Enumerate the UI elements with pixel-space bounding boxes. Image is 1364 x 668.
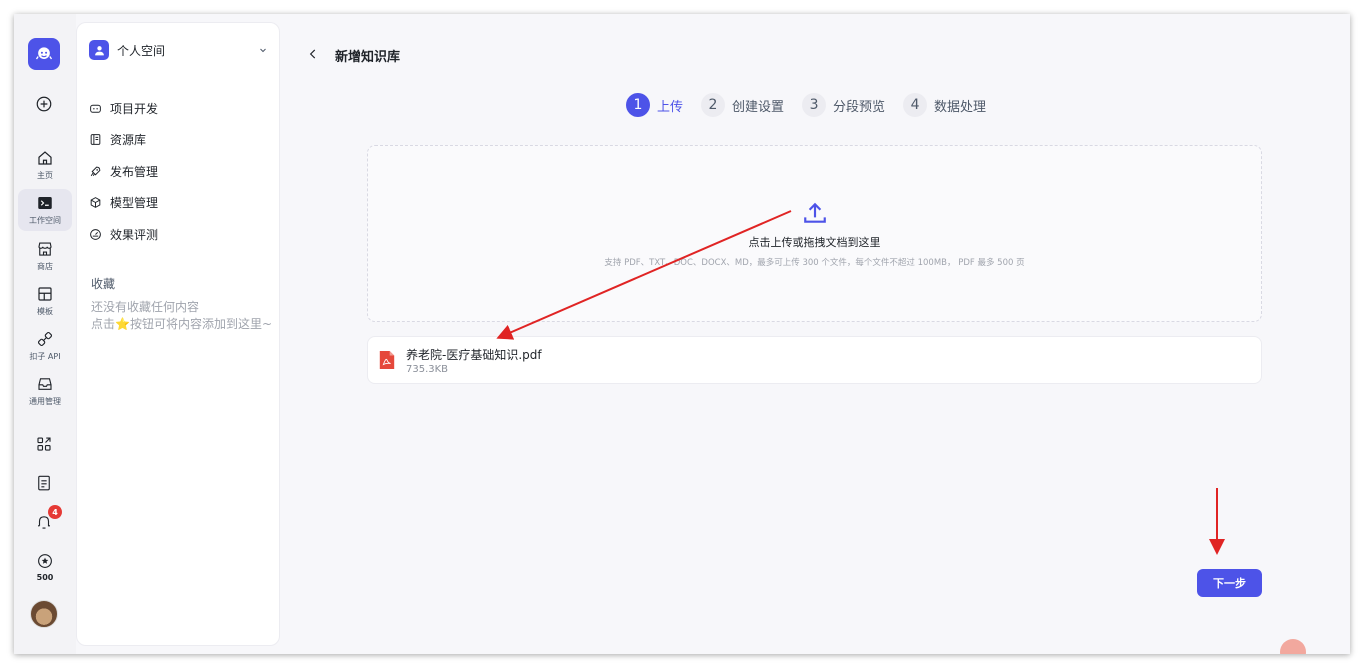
- file-size: 735.3KB: [406, 364, 449, 375]
- rail-label: 商店: [37, 262, 53, 271]
- favorites-title: 收藏: [91, 277, 116, 291]
- apps-icon[interactable]: [30, 430, 58, 458]
- space-selector[interactable]: 个人空间: [89, 37, 269, 63]
- favorites-empty-text: 还没有收藏任何内容 点击⭐按钮可将内容添加到这里~: [91, 299, 272, 333]
- pdf-file-icon: [379, 351, 395, 369]
- cube-icon: [90, 196, 101, 208]
- workspace-sidebar: 个人空间 项目开发 资源库 发布管理 模型管理 效果评测 收藏 还没有收藏任何内…: [76, 22, 280, 646]
- rail-label: 主页: [37, 171, 53, 180]
- step-number: 3: [802, 93, 827, 117]
- upload-icon: [804, 202, 826, 223]
- step-label: 数据处理: [934, 99, 987, 115]
- step-label: 创建设置: [732, 99, 785, 115]
- step-data-processing: 4 数据处理: [903, 93, 986, 117]
- step-indicator: 1 上传 2 创建设置 3 分段预览 4 数据处理: [626, 93, 1004, 117]
- points-button[interactable]: 500: [18, 549, 72, 585]
- nav-item-projects[interactable]: 项目开发: [89, 96, 269, 120]
- nav-label: 项目开发: [110, 101, 159, 116]
- favorites-empty-line: 还没有收藏任何内容: [91, 300, 200, 314]
- nav-label: 发布管理: [110, 164, 159, 179]
- rocket-icon: [90, 166, 101, 176]
- dropzone-title: 点击上传或拖拽文档到这里: [748, 236, 881, 249]
- step-number: 4: [903, 93, 928, 117]
- notification-bell[interactable]: 4: [30, 505, 62, 536]
- terminal-icon: [38, 197, 52, 209]
- favorites-empty-line: 点击⭐按钮可将内容添加到这里~: [91, 317, 272, 331]
- star-coin-icon: [38, 554, 52, 568]
- rail-item-store[interactable]: 商店: [18, 235, 72, 277]
- notification-badge: 4: [48, 505, 62, 519]
- inbox-icon: [38, 378, 52, 390]
- app-logo-icon[interactable]: [28, 38, 60, 70]
- rail-label: 通用管理: [29, 397, 61, 406]
- bot-icon: [90, 104, 101, 113]
- store-icon: [38, 242, 52, 256]
- library-icon: [90, 133, 101, 145]
- rail-item-home[interactable]: 主页: [18, 144, 72, 186]
- points-label: 500: [36, 573, 54, 582]
- assistant-avatar[interactable]: [1280, 639, 1306, 654]
- nav-label: 模型管理: [110, 195, 159, 210]
- nav-item-library[interactable]: 资源库: [89, 127, 269, 151]
- rail-label: 工作空间: [29, 216, 61, 225]
- step-number: 1: [626, 93, 650, 117]
- step-label: 上传: [657, 99, 684, 115]
- app-window: 主页 工作空间 商店 模板 扣子 API 通用管理 4 500 个人空间 项目开…: [14, 14, 1350, 654]
- rail-item-workspace[interactable]: 工作空间: [18, 189, 72, 231]
- nav-item-publish[interactable]: 发布管理: [89, 159, 269, 183]
- rail-item-templates[interactable]: 模板: [18, 280, 72, 322]
- icon-rail: 主页 工作空间 商店 模板 扣子 API 通用管理 4 500: [14, 14, 76, 654]
- page-title: 新增知识库: [335, 50, 401, 65]
- back-button[interactable]: [304, 44, 322, 64]
- rail-item-general[interactable]: 通用管理: [18, 370, 72, 412]
- document-icon[interactable]: [30, 469, 58, 497]
- step-segment-preview: 3 分段预览: [802, 93, 885, 117]
- nav-item-models[interactable]: 模型管理: [89, 190, 269, 214]
- api-icon: [37, 331, 53, 347]
- step-upload: 1 上传: [626, 93, 683, 117]
- create-plus-icon[interactable]: [30, 90, 58, 118]
- layout-icon: [38, 287, 52, 301]
- space-name: 个人空间: [117, 43, 166, 58]
- next-step-button[interactable]: 下一步: [1197, 569, 1262, 597]
- step-label: 分段预览: [833, 99, 886, 115]
- step-number: 2: [701, 93, 726, 117]
- user-avatar[interactable]: [30, 600, 58, 628]
- rail-label: 模板: [37, 307, 53, 316]
- rail-item-api[interactable]: 扣子 API: [18, 325, 72, 367]
- uploaded-file-card[interactable]: 养老院-医疗基础知识.pdf 735.3KB: [367, 336, 1262, 384]
- upload-dropzone[interactable]: 点击上传或拖拽文档到这里 支持 PDF、TXT、DOC、DOCX、MD，最多可上…: [367, 145, 1262, 322]
- step-create-settings: 2 创建设置: [701, 93, 784, 117]
- nav-label: 效果评测: [110, 227, 159, 242]
- user-space-icon: [89, 40, 109, 60]
- nav-label: 资源库: [110, 132, 147, 147]
- dropzone-subtitle: 支持 PDF、TXT、DOC、DOCX、MD，最多可上传 300 个文件，每个文…: [604, 258, 1025, 268]
- rail-label: 扣子 API: [29, 352, 61, 361]
- gauge-icon: [90, 228, 101, 240]
- chevron-down-icon: [260, 48, 266, 53]
- nav-item-evaluation[interactable]: 效果评测: [89, 222, 269, 246]
- chevron-left-icon: [309, 49, 316, 59]
- home-icon: [38, 151, 52, 165]
- file-name: 养老院-医疗基础知识.pdf: [406, 348, 542, 362]
